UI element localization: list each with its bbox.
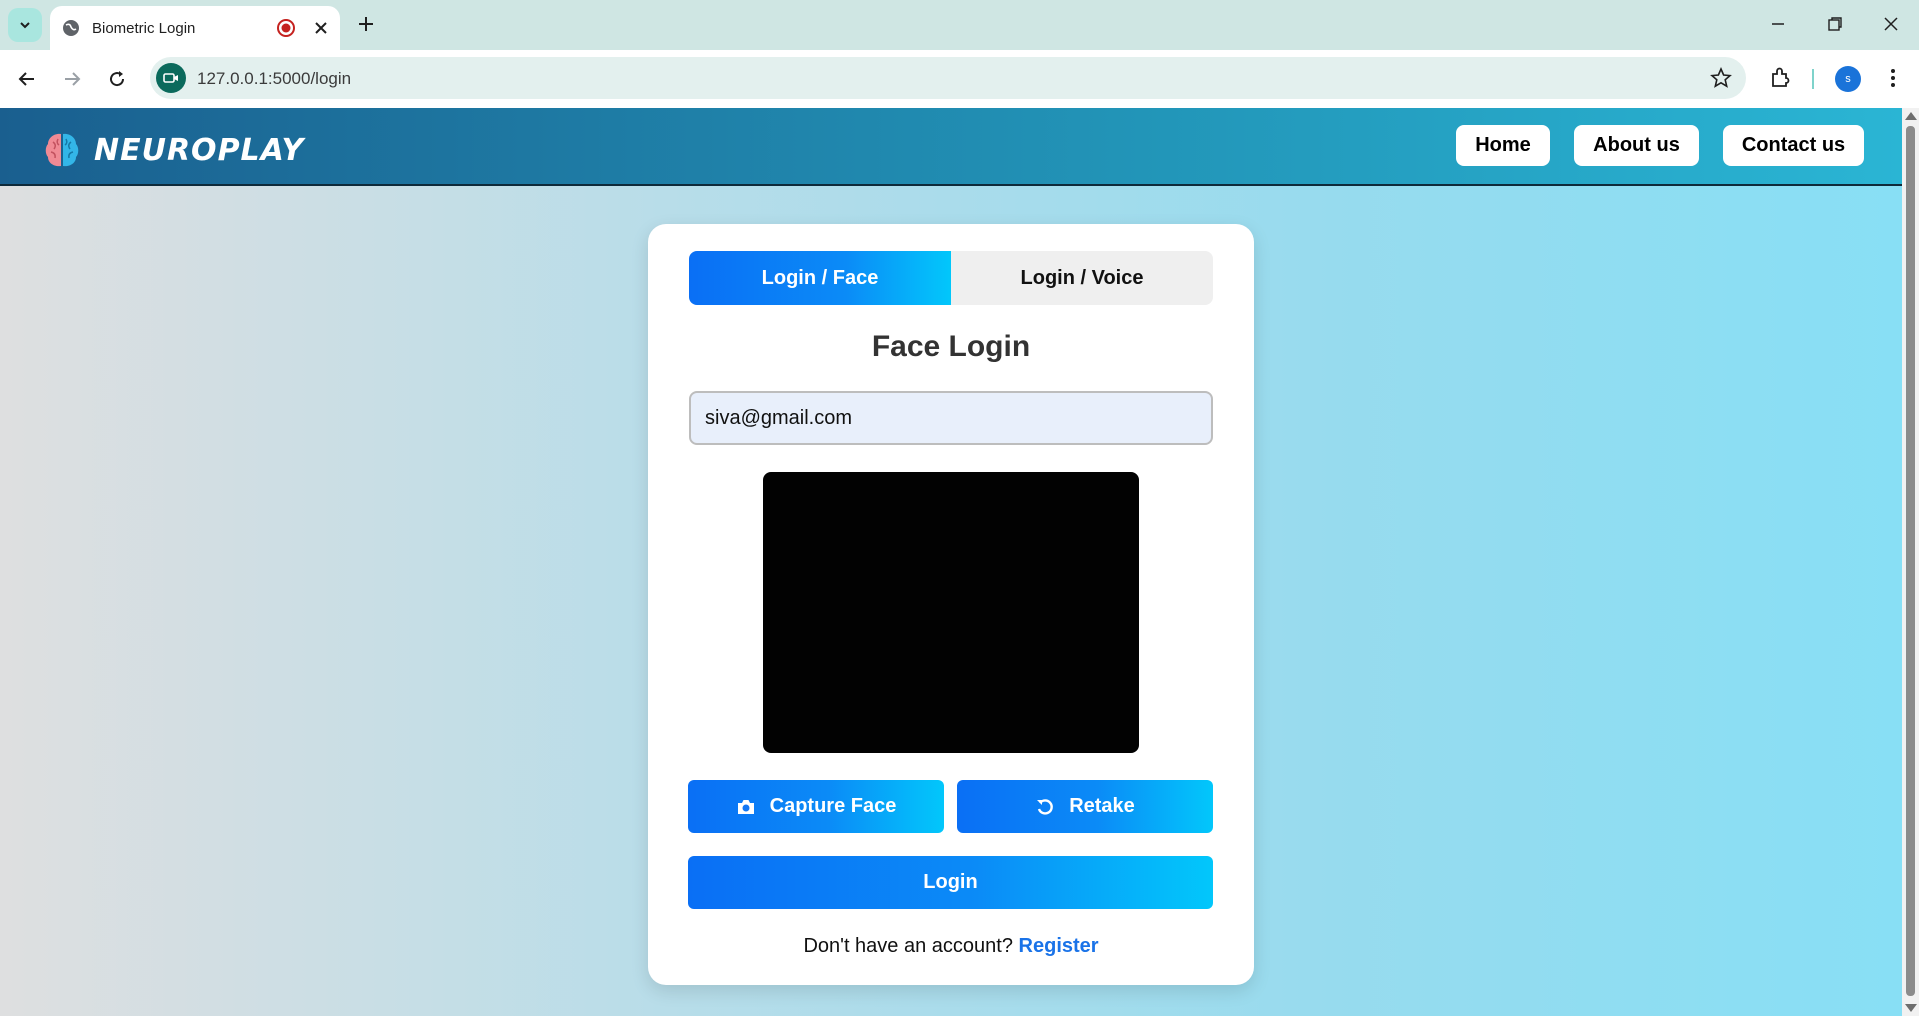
restore-icon[interactable] <box>1821 12 1849 36</box>
profile-avatar[interactable]: s <box>1835 66 1861 92</box>
camera-preview <box>763 472 1139 753</box>
back-icon[interactable] <box>13 65 41 93</box>
no-account-text: Don't have an account? <box>803 935 1013 957</box>
browser-tab-strip: Biometric Login <box>0 0 1919 50</box>
reload-icon[interactable] <box>103 65 131 93</box>
brand-name: NEUROPLAY <box>94 132 305 168</box>
login-card: Login / Face Login / Voice Face Login Ca… <box>648 224 1254 985</box>
page-title: Face Login <box>871 330 1031 363</box>
camera-icon <box>737 799 754 814</box>
brain-icon <box>45 133 79 167</box>
scrollbar-thumb[interactable] <box>1906 126 1915 996</box>
bookmark-star-icon[interactable] <box>1710 67 1732 89</box>
capture-face-label: Capture Face <box>769 795 897 817</box>
nav-contact-us[interactable]: Contact us <box>1723 125 1864 166</box>
nav-about-us[interactable]: About us <box>1574 125 1699 166</box>
minimize-icon[interactable] <box>1764 12 1792 36</box>
login-button[interactable]: Login <box>688 856 1213 909</box>
capture-face-button[interactable]: Capture Face <box>688 780 944 833</box>
brand-logo[interactable]: NEUROPLAY <box>42 130 304 170</box>
register-link[interactable]: Register <box>1019 935 1099 957</box>
toolbar-divider <box>1812 69 1814 89</box>
window-close-icon[interactable] <box>1877 12 1905 36</box>
retake-button[interactable]: Retake <box>957 780 1213 833</box>
close-icon[interactable] <box>314 21 328 35</box>
url-text: 127.0.0.1:5000/login <box>197 69 352 88</box>
tab-login-face[interactable]: Login / Face <box>689 251 951 305</box>
site-header: NEUROPLAY Home About us Contact us <box>0 108 1902 186</box>
undo-icon <box>1037 798 1054 815</box>
menu-icon[interactable] <box>1880 65 1906 91</box>
tab-login-voice[interactable]: Login / Voice <box>951 251 1213 305</box>
browser-toolbar: 127.0.0.1:5000/login s <box>0 50 1919 108</box>
tab-search-icon[interactable] <box>8 8 42 42</box>
scroll-up-icon[interactable] <box>1905 112 1917 120</box>
recording-icon <box>277 19 295 37</box>
email-field[interactable] <box>689 391 1213 445</box>
tab-title: Biometric Login <box>92 19 196 37</box>
browser-tab[interactable]: Biometric Login <box>50 6 340 50</box>
scroll-down-icon[interactable] <box>1905 1004 1917 1012</box>
globe-icon <box>63 20 79 36</box>
extensions-icon[interactable] <box>1768 65 1794 91</box>
new-tab-icon[interactable] <box>354 12 378 36</box>
nav-home[interactable]: Home <box>1456 125 1550 166</box>
retake-label: Retake <box>1069 795 1135 817</box>
login-method-tabs: Login / Face Login / Voice <box>689 251 1213 305</box>
address-bar[interactable]: 127.0.0.1:5000/login <box>150 57 1746 99</box>
forward-icon[interactable] <box>58 65 86 93</box>
page-viewport: NEUROPLAY Home About us Contact us Login… <box>0 108 1902 1016</box>
page-scrollbar[interactable] <box>1902 108 1919 1016</box>
camera-site-icon[interactable] <box>156 63 186 93</box>
register-prompt: Don't have an account? Register <box>648 935 1254 958</box>
